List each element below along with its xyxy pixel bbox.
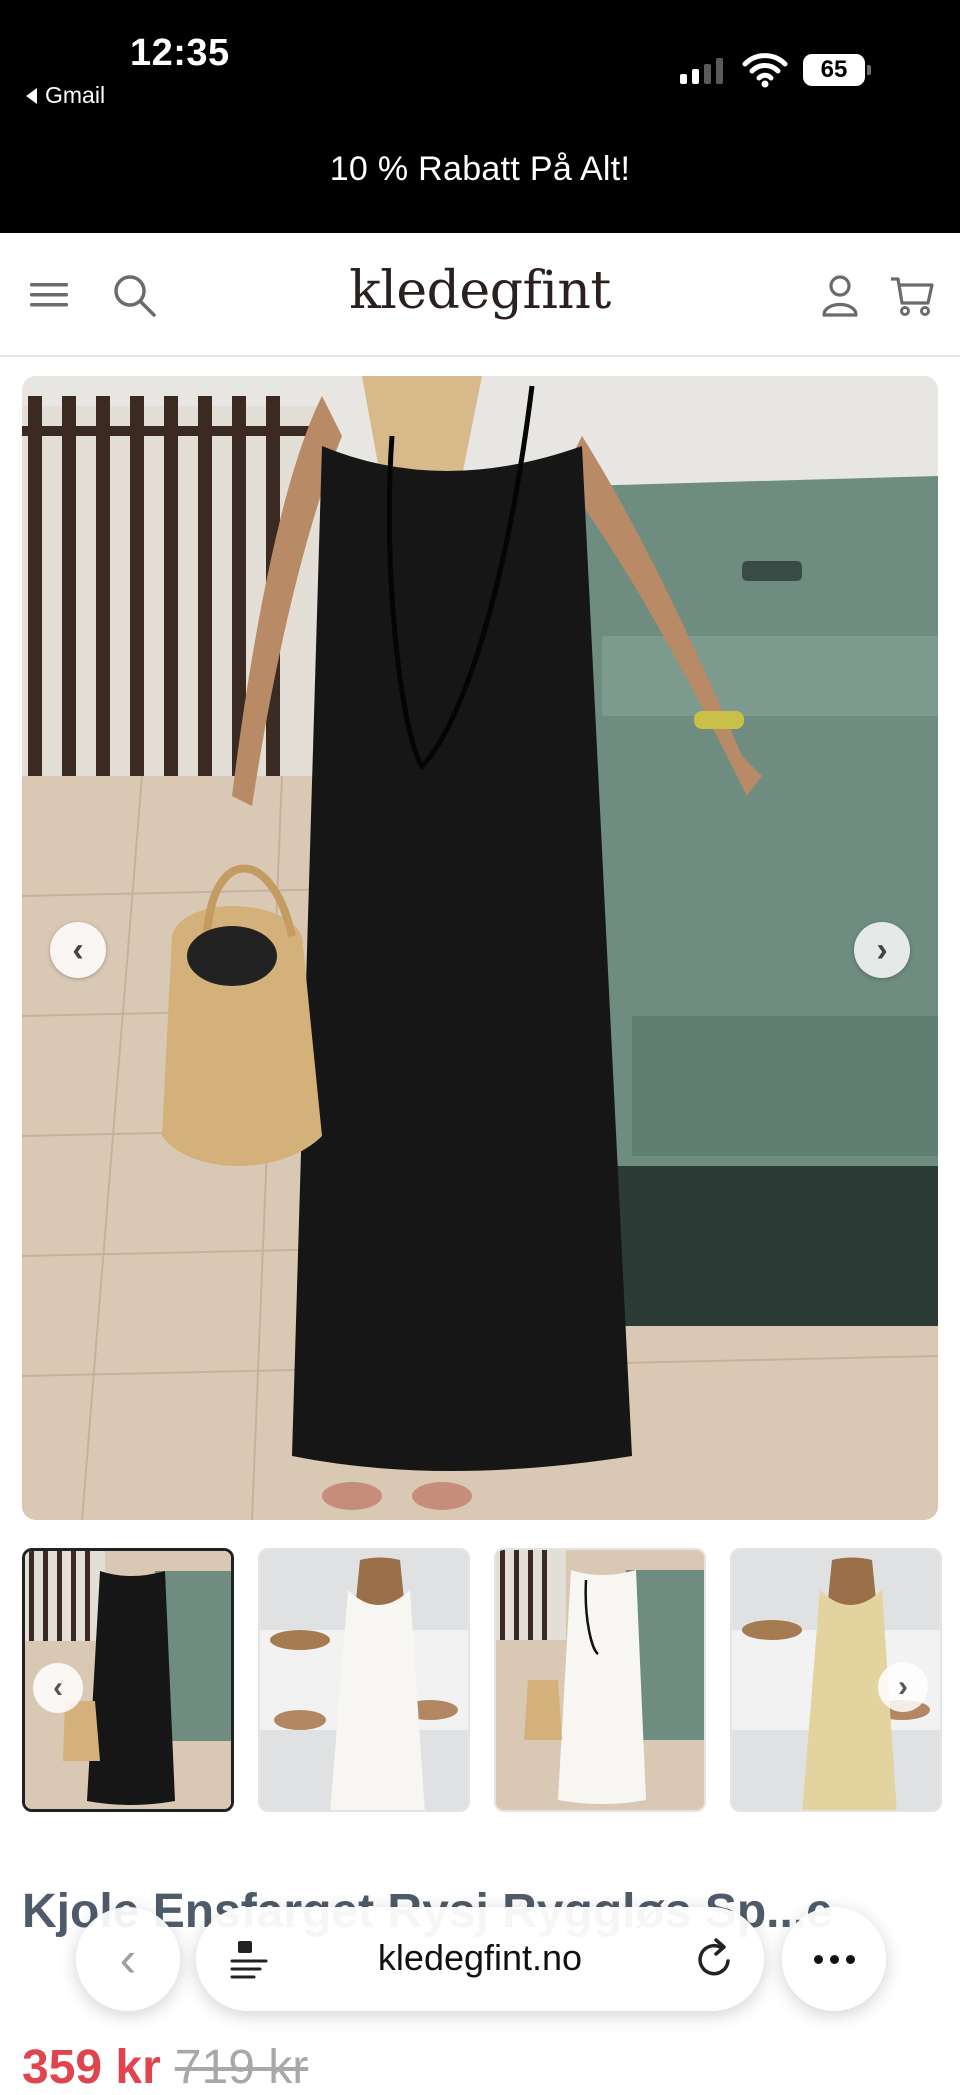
thumbnail-white-dress-back[interactable] [258, 1548, 470, 1812]
back-to-app-link[interactable]: Gmail [26, 82, 105, 109]
battery-level: 65 [820, 56, 848, 83]
thumbnail-black-dress[interactable]: ‹ [22, 1548, 234, 1812]
browser-back-button[interactable]: ‹ [76, 1907, 180, 2011]
cellular-signal-icon [680, 58, 723, 84]
status-time: 12:35 [130, 32, 230, 74]
price-row: 359 kr 719 kr [22, 2040, 308, 2095]
address-bar[interactable]: kledegfint.no [196, 1907, 764, 2011]
thumbnail-next-button[interactable]: › [878, 1662, 928, 1712]
battery-icon: 65 [803, 54, 871, 86]
gallery-next-button[interactable]: › [854, 922, 910, 978]
thumbnail-prev-button[interactable]: ‹ [33, 1663, 83, 1713]
promo-banner[interactable]: 10 % Rabatt På Alt! [0, 150, 960, 189]
back-triangle-icon [26, 87, 37, 104]
thumbnail-white-dress-front[interactable] [494, 1548, 706, 1812]
more-dot [813, 1954, 823, 1964]
url-text: kledegfint.no [377, 1937, 583, 1978]
product-main-image[interactable]: ‹ › [22, 376, 938, 1520]
search-icon[interactable] [110, 271, 158, 319]
back-app-label: Gmail [45, 82, 106, 108]
original-price: 719 kr [174, 2041, 309, 2094]
thumbnail-beige-dress-back[interactable]: › [730, 1548, 942, 1812]
more-dot [829, 1954, 839, 1964]
more-dot [845, 1954, 855, 1964]
cart-icon[interactable] [888, 271, 936, 319]
gallery-prev-button[interactable]: ‹ [50, 922, 106, 978]
status-bar: 12:35 Gmail 65 10 % Rabatt På Alt! [0, 0, 960, 233]
wifi-icon [742, 53, 788, 88]
current-price: 359 kr [22, 2041, 161, 2094]
more-options-button[interactable] [782, 1907, 886, 2011]
account-icon[interactable] [816, 271, 864, 319]
thumbnail-strip: ‹ › [22, 1548, 942, 1812]
product-photo-black-dress [22, 376, 938, 1520]
reload-icon[interactable] [694, 1937, 736, 1981]
menu-icon[interactable] [26, 271, 74, 319]
site-header: kledegfint [0, 233, 960, 357]
